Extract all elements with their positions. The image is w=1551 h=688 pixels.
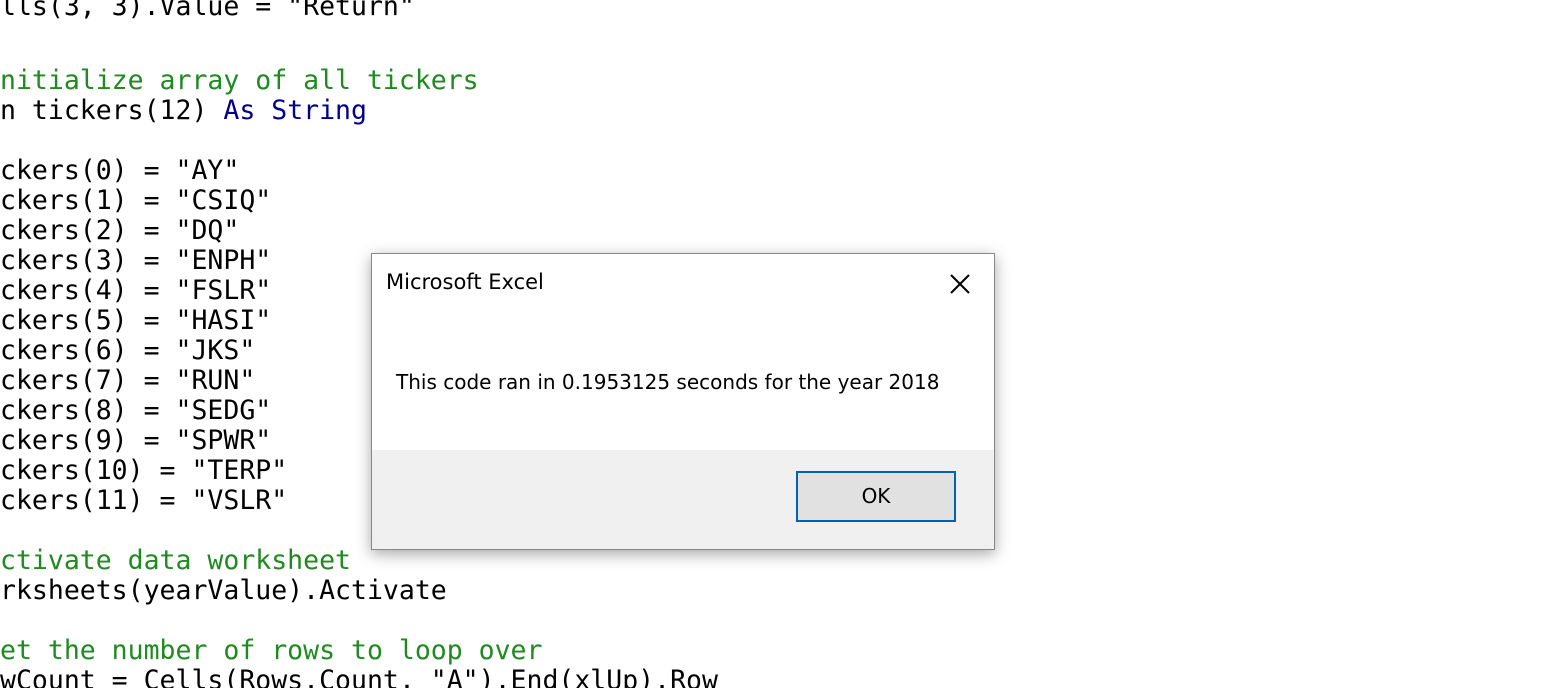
code-comment: ctivate data worksheet (0, 545, 351, 576)
code-text: ckers(6) = "JKS" (0, 335, 256, 366)
code-line: ckers(3) = "ENPH" (0, 246, 271, 276)
code-line: ckers(5) = "HASI" (0, 306, 271, 336)
code-line: et the number of rows to loop over (0, 636, 542, 666)
code-text: ckers(0) = "AY" (0, 155, 240, 186)
code-line: ckers(2) = "DQ" (0, 216, 239, 246)
dialog-message: This code ran in 0.1953125 seconds for t… (396, 370, 940, 394)
code-line: ckers(9) = "SPWR" (0, 426, 271, 456)
dialog-button-bar: OK (372, 450, 994, 549)
code-text: ckers(7) = "RUN" (0, 365, 256, 396)
message-box-dialog: Microsoft Excel This code ran in 0.19531… (371, 253, 995, 550)
code-text: n tickers(12) (0, 95, 224, 126)
code-line: nitialize array of all tickers (0, 66, 479, 96)
dialog-title: Microsoft Excel (386, 270, 544, 294)
code-text: ckers(8) = "SEDG" (0, 395, 272, 426)
code-text: rksheets(yearValue).Activate (0, 575, 447, 606)
code-text: lls(3, 3).Value = "Return" (0, 0, 415, 22)
code-line: rksheets(yearValue).Activate (0, 576, 447, 606)
ok-button[interactable]: OK (796, 471, 956, 522)
code-line: ckers(11) = "VSLR" (0, 486, 287, 516)
code-text: wCount = Cells(Rows.Count, "A").End(xlUp… (0, 665, 718, 688)
code-text: ckers(2) = "DQ" (0, 215, 240, 246)
code-line: ckers(8) = "SEDG" (0, 396, 271, 426)
code-line: ckers(4) = "FSLR" (0, 276, 271, 306)
code-line: ckers(6) = "JKS" (0, 336, 255, 366)
code-text: ckers(10) = "TERP" (0, 455, 288, 486)
code-text: ckers(3) = "ENPH" (0, 245, 272, 276)
code-comment: et the number of rows to loop over (0, 635, 543, 666)
close-icon[interactable] (942, 266, 978, 302)
code-text: ckers(4) = "FSLR" (0, 275, 272, 306)
code-line: ctivate data worksheet (0, 546, 351, 576)
code-text: ckers(11) = "VSLR" (0, 485, 288, 516)
code-line: ckers(0) = "AY" (0, 156, 239, 186)
code-text: ckers(9) = "SPWR" (0, 425, 272, 456)
code-comment: nitialize array of all tickers (0, 65, 479, 96)
code-line: ckers(1) = "CSIQ" (0, 186, 271, 216)
code-line: wCount = Cells(Rows.Count, "A").End(xlUp… (0, 666, 718, 688)
code-line: ckers(10) = "TERP" (0, 456, 287, 486)
code-line: ckers(7) = "RUN" (0, 366, 255, 396)
code-text: ckers(5) = "HASI" (0, 305, 272, 336)
code-line: n tickers(12) As String (0, 96, 367, 126)
code-keyword: As String (223, 95, 367, 126)
code-line: lls(3, 3).Value = "Return" (0, 0, 415, 22)
close-x-glyph (950, 274, 970, 294)
code-text: ckers(1) = "CSIQ" (0, 185, 272, 216)
